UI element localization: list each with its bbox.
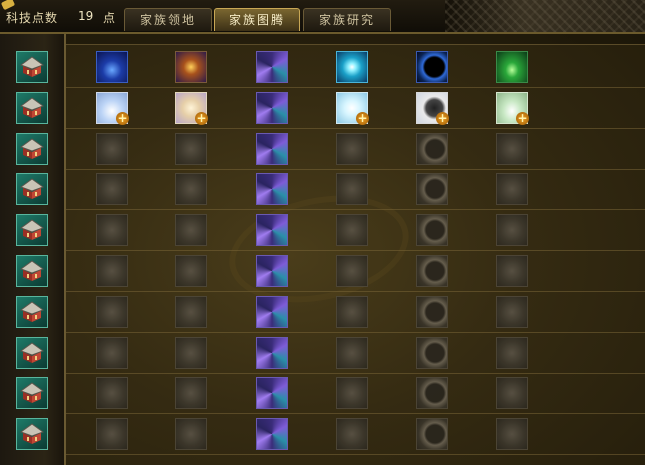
star-totem-icon[interactable] (336, 418, 368, 450)
star-totem-icon[interactable] (336, 337, 368, 369)
watermark-emblem (219, 180, 419, 318)
blue-totem-icon[interactable] (96, 173, 128, 205)
building-icon[interactable] (16, 133, 48, 165)
building-icon[interactable] (16, 214, 48, 246)
row-divider (66, 128, 645, 129)
swirl-totem-icon[interactable] (256, 377, 288, 409)
upgrade-plus-icon: + (195, 111, 208, 125)
building-icon[interactable] (16, 92, 48, 124)
row-divider (66, 413, 645, 414)
building-icon[interactable] (16, 51, 48, 83)
eclipse-totem-icon[interactable] (416, 51, 448, 83)
upgrade-plus-icon: + (516, 111, 529, 125)
upgrade-plus-icon: + (356, 111, 369, 125)
blue-totem-icon[interactable] (96, 255, 128, 287)
star-totem-icon[interactable] (336, 296, 368, 328)
tech-points-unit: 点 (103, 11, 116, 25)
blue-totem-icon[interactable] (96, 377, 128, 409)
blue-totem-icon[interactable] (96, 133, 128, 165)
tech-points-value: 19 (78, 9, 94, 23)
green-totem-icon[interactable] (496, 214, 528, 246)
star-totem-icon[interactable] (336, 255, 368, 287)
blue-totem-icon[interactable]: + (96, 92, 129, 125)
row-divider (66, 209, 645, 210)
green-totem-icon[interactable] (496, 337, 528, 369)
swirl-totem-icon[interactable] (256, 214, 288, 246)
grid-header-strip (66, 34, 645, 45)
green-totem-icon[interactable]: + (496, 92, 529, 125)
building-icon[interactable] (16, 296, 48, 328)
upgrade-plus-icon: + (116, 111, 129, 125)
eclipse-totem-icon[interactable] (416, 377, 448, 409)
building-icon[interactable] (16, 377, 48, 409)
eclipse-totem-icon[interactable] (416, 418, 448, 450)
cross-totem-icon[interactable] (175, 377, 207, 409)
swirl-totem-icon[interactable] (256, 337, 288, 369)
green-totem-icon[interactable] (496, 296, 528, 328)
green-totem-icon[interactable] (496, 255, 528, 287)
green-totem-icon[interactable] (496, 173, 528, 205)
green-totem-icon[interactable] (496, 133, 528, 165)
cross-totem-icon[interactable] (175, 214, 207, 246)
green-totem-icon[interactable] (496, 51, 528, 83)
blue-totem-icon[interactable] (96, 296, 128, 328)
row-divider (66, 373, 645, 374)
star-totem-icon[interactable]: + (336, 92, 369, 125)
tab-family-research[interactable]: 家族研究 (303, 8, 391, 31)
tab-family-territory[interactable]: 家族领地 (124, 8, 212, 31)
blue-totem-icon[interactable] (96, 51, 128, 83)
star-totem-icon[interactable] (336, 133, 368, 165)
upgrade-plus-icon: + (436, 111, 449, 125)
eclipse-totem-icon[interactable] (416, 173, 448, 205)
green-totem-icon[interactable] (496, 418, 528, 450)
star-totem-icon[interactable] (336, 173, 368, 205)
cross-totem-icon[interactable] (175, 337, 207, 369)
eclipse-totem-icon[interactable] (416, 337, 448, 369)
green-totem-icon[interactable] (496, 377, 528, 409)
row-divider (66, 454, 645, 455)
row-divider (66, 332, 645, 333)
blue-totem-icon[interactable] (96, 418, 128, 450)
family-totem-panel: 科技点数 19 点 家族领地 家族图腾 家族研究 + + + + + (0, 0, 645, 465)
building-icon[interactable] (16, 173, 48, 205)
row-divider (66, 87, 645, 88)
cross-totem-icon[interactable] (175, 418, 207, 450)
swirl-totem-icon[interactable] (256, 133, 288, 165)
eclipse-totem-icon[interactable] (416, 255, 448, 287)
eclipse-totem-icon[interactable] (416, 214, 448, 246)
cross-totem-icon[interactable]: + (175, 92, 208, 125)
tab-family-totem[interactable]: 家族图腾 (214, 8, 300, 31)
star-totem-icon[interactable] (336, 214, 368, 246)
top-bar: 科技点数 19 点 家族领地 家族图腾 家族研究 (0, 0, 645, 33)
blue-totem-icon[interactable] (96, 337, 128, 369)
star-totem-icon[interactable] (336, 51, 368, 83)
eclipse-totem-icon[interactable]: + (416, 92, 449, 125)
cross-totem-icon[interactable] (175, 133, 207, 165)
cross-totem-icon[interactable] (175, 173, 207, 205)
tech-points-label: 科技点数 (6, 11, 59, 25)
swirl-totem-icon[interactable] (256, 296, 288, 328)
swirl-totem-icon[interactable] (256, 173, 288, 205)
building-icon[interactable] (16, 255, 48, 287)
cross-totem-icon[interactable] (175, 51, 207, 83)
row-divider (66, 291, 645, 292)
blue-totem-icon[interactable] (96, 214, 128, 246)
building-icon[interactable] (16, 337, 48, 369)
swirl-totem-icon[interactable] (256, 255, 288, 287)
eclipse-totem-icon[interactable] (416, 133, 448, 165)
cross-totem-icon[interactable] (175, 296, 207, 328)
row-divider (66, 250, 645, 251)
decorative-roof-art (445, 0, 645, 32)
swirl-totem-icon[interactable] (256, 418, 288, 450)
swirl-totem-icon[interactable] (256, 92, 288, 124)
cross-totem-icon[interactable] (175, 255, 207, 287)
row-divider (66, 169, 645, 170)
building-icon[interactable] (16, 418, 48, 450)
eclipse-totem-icon[interactable] (416, 296, 448, 328)
star-totem-icon[interactable] (336, 377, 368, 409)
swirl-totem-icon[interactable] (256, 51, 288, 83)
